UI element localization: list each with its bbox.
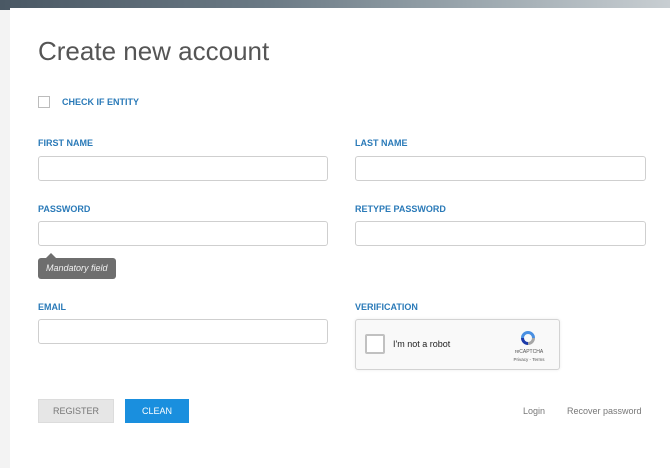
recaptcha-robot-text: I'm not a robot (393, 339, 451, 349)
login-link[interactable]: Login (523, 406, 545, 416)
mandatory-field-tooltip: Mandatory field (38, 253, 116, 279)
first-name-label: FIRST NAME (38, 138, 93, 148)
entity-checkbox-label: CHECK IF ENTITY (62, 97, 140, 107)
recaptcha-logo-icon (521, 331, 535, 345)
password-label: PASSWORD (38, 204, 91, 214)
background-left-edge (0, 10, 10, 468)
tooltip-text: Mandatory field (46, 263, 108, 273)
verification-label: VERIFICATION (355, 302, 418, 312)
registration-panel: Create new account CHECK IF ENTITY FIRST… (10, 8, 670, 468)
retype-password-input[interactable] (355, 221, 646, 246)
recaptcha-brand: reCAPTCHA (514, 349, 544, 355)
tooltip-arrow-icon (46, 253, 56, 258)
entity-checkbox[interactable] (38, 96, 50, 108)
first-name-input[interactable] (38, 156, 328, 181)
recaptcha-checkbox[interactable] (365, 334, 385, 354)
retype-password-label: RETYPE PASSWORD (355, 204, 446, 214)
recaptcha-widget: I'm not a robot reCAPTCHA Privacy - Term… (355, 319, 560, 370)
clean-button[interactable]: CLEAN (125, 399, 189, 423)
page-title: Create new account (38, 36, 270, 66)
last-name-label: LAST NAME (355, 138, 408, 148)
last-name-input[interactable] (355, 156, 646, 181)
recaptcha-terms-link[interactable]: Privacy - Terms (504, 357, 554, 362)
email-input[interactable] (38, 319, 328, 344)
register-button[interactable]: REGISTER (38, 399, 114, 423)
entity-checkbox-row[interactable]: CHECK IF ENTITY (38, 96, 139, 108)
email-label: EMAIL (38, 302, 66, 312)
password-input[interactable] (38, 221, 328, 246)
recover-password-link[interactable]: Recover password (567, 406, 642, 416)
